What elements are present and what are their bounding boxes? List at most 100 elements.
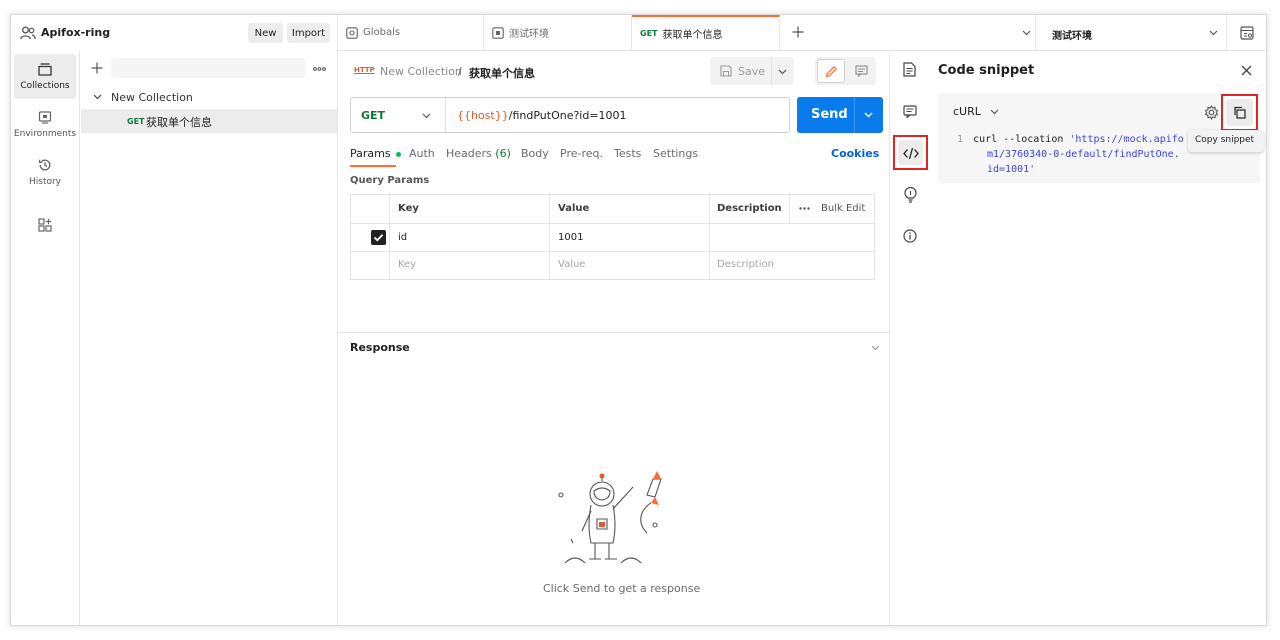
edit-button[interactable] [817, 59, 845, 83]
workspace-name[interactable]: Apifox-ring [41, 26, 110, 39]
tab-auth[interactable]: Auth [409, 147, 435, 160]
collection-node[interactable]: New Collection [81, 87, 337, 107]
response-title: Response [350, 341, 410, 354]
code-line-number: 1 [957, 134, 964, 145]
tab-label: Globals [363, 27, 401, 38]
new-button[interactable]: New [248, 23, 283, 43]
code-text[interactable]: 1 curl --location 'https://mock.apifo m1… [957, 132, 1197, 180]
tab-method: GET [640, 29, 658, 38]
tab-environment[interactable]: 测试环境 [484, 15, 632, 50]
rail-collections[interactable]: Collections [14, 54, 76, 99]
info-icon[interactable] [903, 229, 917, 243]
tab-label: 测试环境 [509, 29, 549, 40]
send-button[interactable]: Send [797, 97, 883, 133]
tabs-dropdown-icon[interactable] [1022, 30, 1031, 36]
active-tab-underline [350, 165, 396, 167]
save-button[interactable]: Save [710, 57, 794, 85]
comments-icon[interactable] [903, 105, 917, 118]
method-label: GET [361, 109, 386, 122]
save-icon [720, 65, 732, 77]
close-icon[interactable] [1241, 65, 1252, 76]
globals-icon [346, 26, 358, 39]
collection-name: New Collection [111, 91, 193, 104]
tab-params[interactable]: Params [350, 147, 402, 160]
chevron-down-icon [93, 94, 102, 100]
code-url-part-1: 'https://mock.apifo [1069, 134, 1184, 145]
param-key[interactable]: id [398, 232, 407, 243]
comment-icon[interactable] [855, 65, 868, 77]
request-name: 获取单个信息 [146, 116, 212, 129]
code-icon [903, 147, 919, 160]
tab-headers[interactable]: Headers (6) [446, 147, 511, 160]
code-panel-button[interactable] [893, 135, 928, 170]
app-window: Apifox-ring New Import Collections Envir… [10, 14, 1267, 626]
tab-label: 获取单个信息 [662, 30, 723, 41]
chevron-down-icon [422, 113, 431, 119]
rail-history-label: History [28, 177, 62, 187]
copy-icon [1233, 106, 1246, 119]
rail-environments[interactable]: Environments [14, 102, 76, 147]
cookies-link[interactable]: Cookies [831, 147, 879, 160]
documentation-icon[interactable] [903, 62, 916, 77]
column-value: Value [558, 203, 590, 214]
code-url-part-3: id=1001' [987, 164, 1036, 175]
lightbulb-icon[interactable] [904, 187, 917, 203]
import-button[interactable]: Import [287, 23, 330, 43]
add-icon[interactable] [91, 62, 103, 74]
query-params-title: Query Params [350, 175, 430, 186]
rail-history[interactable]: History [14, 150, 76, 195]
description-placeholder[interactable]: Description [717, 259, 774, 270]
tabs-bar: Globals 测试环境 GET 获取单个信息 测试环境 [338, 15, 1266, 51]
url-input[interactable]: {{host}}/findPutOne?id=1001 [457, 109, 627, 122]
bulk-edit-button[interactable]: Bulk Edit [821, 203, 865, 214]
url-variable: {{host}} [457, 109, 509, 122]
environment-icon [492, 26, 504, 39]
request-node[interactable]: GET 获取单个信息 [81, 109, 337, 133]
language-select[interactable]: cURL [953, 105, 999, 118]
team-icon [20, 26, 36, 40]
headers-count: (6) [495, 147, 511, 160]
table-row: Key Value Description [351, 252, 874, 279]
environment-selected: 测试环境 [1052, 31, 1092, 42]
configure-sidebar-icon[interactable] [38, 218, 52, 232]
environment-quick-look-icon[interactable] [1240, 26, 1254, 40]
environment-select[interactable]: 测试环境 [1036, 15, 1226, 51]
http-badge: HTTP [354, 66, 375, 74]
param-checkbox[interactable] [371, 230, 386, 245]
code-command: curl --location [973, 134, 1070, 145]
edit-mode-toggle[interactable] [815, 57, 876, 85]
column-description: Description [717, 203, 782, 214]
code-url-part-2: m1/3760340-0-default/findPutOne. [987, 149, 1180, 160]
breadcrumb-collection[interactable]: New Collection [380, 65, 462, 78]
save-label: Save [738, 65, 766, 78]
more-options-icon[interactable] [313, 67, 326, 71]
chevron-down-icon[interactable] [871, 345, 880, 351]
copy-snippet-tooltip: Copy snippet [1188, 130, 1264, 152]
environments-icon [38, 110, 52, 124]
tab-settings[interactable]: Settings [653, 147, 698, 160]
chevron-down-icon [990, 109, 999, 115]
response-hint: Click Send to get a response [543, 582, 701, 595]
tab-tests[interactable]: Tests [614, 147, 641, 160]
tab-body[interactable]: Body [521, 147, 549, 160]
send-label: Send [811, 107, 848, 122]
breadcrumb-request[interactable]: 获取单个信息 [469, 65, 535, 81]
search-input[interactable] [111, 58, 306, 78]
tab-prereq[interactable]: Pre-req. [560, 147, 603, 160]
tab-headers-label: Headers [446, 147, 492, 160]
key-placeholder[interactable]: Key [398, 259, 416, 270]
gear-icon[interactable] [1204, 105, 1219, 120]
query-params-table: Key Value Description Bulk Edit id 1001 … [350, 194, 875, 280]
tab-params-label: Params [350, 147, 391, 160]
method-select[interactable]: GET [351, 98, 446, 132]
workspace-header: Apifox-ring New Import [11, 15, 337, 51]
copy-snippet-button[interactable] [1221, 94, 1258, 131]
param-value[interactable]: 1001 [558, 232, 583, 243]
new-tab-icon[interactable] [792, 26, 804, 38]
tab-globals[interactable]: Globals [338, 15, 484, 50]
tab-request[interactable]: GET 获取单个信息 [632, 15, 780, 50]
chevron-down-icon [778, 69, 787, 75]
code-snippet-title: Code snippet [938, 63, 1035, 78]
value-placeholder[interactable]: Value [558, 259, 585, 270]
more-icon[interactable] [799, 207, 810, 210]
